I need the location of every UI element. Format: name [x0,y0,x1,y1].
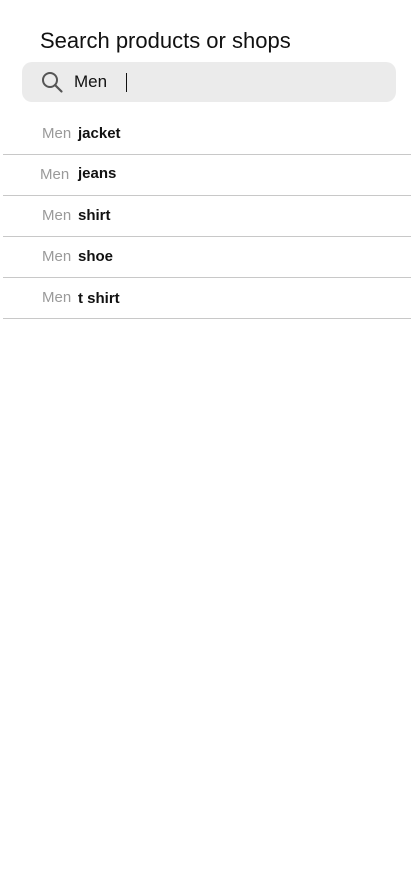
search-input[interactable] [74,62,374,102]
page-title: Search products or shops [40,28,291,53]
suggestion-completion: jeans [78,165,117,182]
suggestion-item[interactable]: Men jacket [3,114,411,155]
search-bar[interactable] [22,62,396,102]
suggestion-item[interactable]: Men shirt [3,196,411,237]
suggestion-completion: shirt [78,207,111,224]
suggestion-item[interactable]: Men t shirt [3,278,411,319]
suggestion-prefix: Men [42,248,72,265]
suggestion-completion: jacket [78,125,121,142]
suggestion-prefix: Men [42,125,72,142]
suggestion-completion: t shirt [78,290,120,307]
suggestion-prefix: Men [42,207,72,224]
suggestion-item[interactable]: Men shoe [3,237,411,278]
suggestion-completion: shoe [78,248,114,265]
suggestion-prefix: Men [40,166,70,183]
text-caret [126,73,127,92]
suggestion-list: Men jacket Men jeans Men shirt Men shoe … [3,114,411,319]
suggestion-item[interactable]: Men jeans [3,155,411,196]
suggestion-prefix: Men [42,289,72,306]
search-icon [42,72,63,93]
